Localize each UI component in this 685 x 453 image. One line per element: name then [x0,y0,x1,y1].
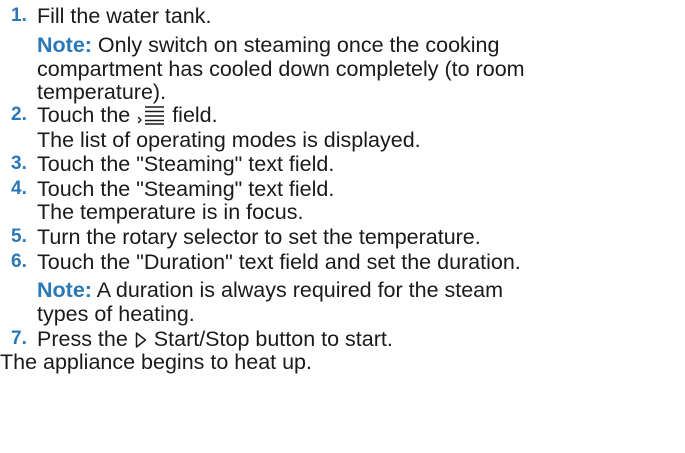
step-text: Touch the "Duration" text field and set … [37,250,521,274]
step-text: Touch the "Steaming" text field. [37,152,335,176]
step-number: 7. [11,328,27,349]
step-number: 1. [11,5,27,26]
step-text: Press the [37,327,128,351]
step-number: 4. [11,178,27,199]
step-text: Turn the rotary selector to set the temp… [37,225,481,249]
note: Note: Only switch on steaming once the c… [37,33,499,57]
final-result: The appliance begins to heat up. [0,350,312,374]
note-continuation: compartment has cooled down completely (… [37,57,525,81]
step-text: Fill the water tank. [37,4,212,28]
step-number: 6. [11,251,27,272]
note-label: Note: [37,33,92,57]
note-continuation: types of heating. [37,302,195,326]
step-text: field. [172,103,218,127]
step-text: Touch the [37,103,131,127]
step-result: The temperature is in focus. [37,200,304,224]
step-number: 2. [11,104,27,125]
note-text: A duration is always required for the st… [96,278,504,302]
step-number: 5. [11,226,27,247]
step-result: The list of operating modes is displayed… [37,128,421,152]
note-text: Only switch on steaming once the cooking [97,33,500,57]
step-text: Start/Stop button to start. [153,327,393,351]
menu-list-icon [136,105,166,130]
note: Note: A duration is always required for … [37,278,503,302]
instruction-document: 1. Fill the water tank. Note: Only switc… [0,0,685,453]
step-number: 3. [11,153,27,174]
note-continuation: temperature). [37,80,167,104]
note-label: Note: [37,278,92,302]
step-text: Touch the "Steaming" text field. [37,177,335,201]
